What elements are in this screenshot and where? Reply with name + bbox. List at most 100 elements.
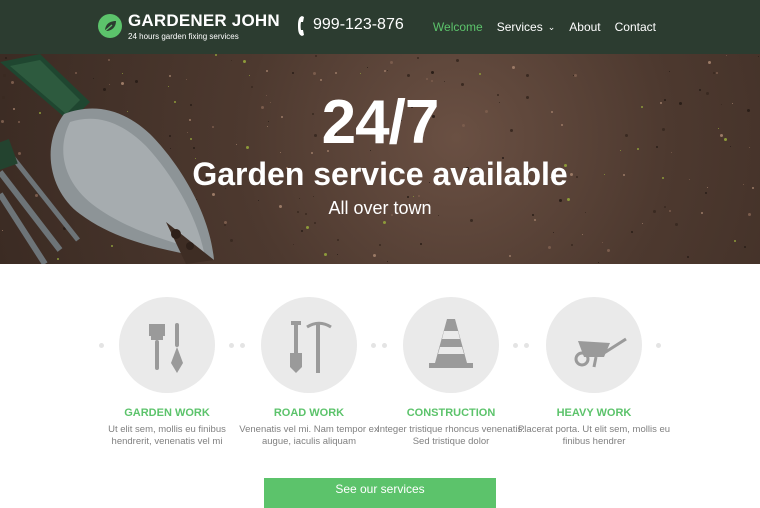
phone-number[interactable]: 999-123-876 (313, 16, 404, 34)
soil-speck (383, 221, 386, 224)
soil-speck (726, 55, 727, 56)
service-title: ROAD WORK (273, 407, 345, 419)
soil-speck (479, 73, 481, 75)
soil-speck (607, 249, 610, 252)
soil-speck (313, 72, 316, 75)
soil-speck (669, 71, 670, 72)
soil-speck (582, 234, 583, 235)
service-card-garden-work: GARDEN WORK Ut elit sem, mollis eu finib… (87, 297, 247, 448)
soil-speck (744, 246, 746, 248)
service-description: Placerat porta. Ut elit sem, mollis eu f… (517, 424, 671, 447)
nav-item-welcome[interactable]: Welcome (433, 20, 483, 34)
soil-speck (314, 222, 316, 224)
soil-speck (431, 80, 433, 82)
soil-speck (367, 67, 368, 68)
soil-speck (313, 196, 314, 197)
service-description: Venenatis vel mi. Nam tempor ex augue, i… (239, 424, 379, 447)
nav-item-label: Contact (614, 20, 656, 34)
service-icon-circle[interactable] (261, 297, 357, 393)
hero-subheadline: Garden service available (192, 156, 568, 192)
soil-speck (324, 253, 327, 256)
nav-item-contact[interactable]: Contact (615, 20, 656, 34)
soil-speck (708, 61, 711, 64)
soil-speck (301, 230, 303, 232)
nav-item-about[interactable]: About (569, 20, 600, 34)
brush-trowel-icon (149, 323, 183, 373)
nav-item-label: Welcome (432, 20, 483, 34)
chevron-down-icon: ⌄ (547, 22, 556, 32)
soil-speck (598, 262, 599, 263)
soil-speck (526, 74, 529, 77)
soil-speck (384, 70, 386, 72)
soil-speck (373, 254, 376, 257)
service-title: HEAVY WORK (556, 407, 632, 419)
soil-speck (734, 240, 736, 242)
service-icon-circle[interactable] (403, 297, 499, 393)
soil-speck (292, 72, 294, 74)
hero-banner: 24/7 Garden service available All over t… (0, 54, 760, 264)
service-card-road-work: ROAD WORK Venenatis vel mi. Nam tempor e… (229, 297, 389, 448)
phone-icon (298, 16, 304, 36)
soil-speck (418, 195, 420, 197)
soil-speck (320, 79, 322, 81)
see-services-button[interactable]: See our services (264, 478, 496, 508)
service-description: Ut elit sem, mollis eu finibus hendrerit… (108, 424, 226, 447)
soil-speck (574, 74, 577, 77)
shovel-pickaxe-icon (290, 321, 332, 373)
leaf-logo-icon[interactable] (98, 14, 122, 38)
soil-speck (426, 78, 428, 80)
soil-speck (266, 70, 268, 72)
service-card-construction: CONSTRUCTION Integer tristique rhoncus v… (371, 297, 531, 448)
soil-speck (631, 231, 633, 233)
soil-speck (553, 232, 554, 233)
nav-item-label: About (569, 20, 601, 34)
soil-speck (413, 196, 414, 197)
soil-speck (470, 219, 473, 222)
site-header: GARDENER JOHN 24 hours garden fixing ser… (0, 0, 760, 54)
soil-speck (431, 71, 434, 74)
soil-speck (571, 244, 573, 246)
soil-speck (512, 66, 515, 69)
soil-speck (716, 72, 718, 74)
service-title: GARDEN WORK (124, 407, 210, 419)
soil-speck (379, 244, 381, 246)
soil-speck (420, 243, 422, 245)
soil-speck (602, 242, 603, 243)
service-title: CONSTRUCTION (406, 407, 496, 419)
nav-item-label: Services (496, 20, 543, 34)
traffic-cone-icon (429, 319, 473, 368)
soil-speck (417, 57, 419, 59)
hero-headline: 24/7 (321, 88, 440, 157)
soil-speck (360, 73, 361, 74)
soil-speck (456, 59, 459, 62)
nav-item-services[interactable]: Services ⌄ (497, 20, 556, 34)
soil-speck (705, 192, 707, 194)
soil-speck (699, 89, 701, 91)
main-nav: Welcome Services ⌄ About Contact (433, 20, 656, 34)
soil-speck (337, 239, 339, 241)
service-description: Integer tristique rhoncus venenatis. Sed… (377, 424, 525, 447)
soil-speck (713, 72, 715, 74)
soil-speck (461, 83, 464, 86)
soil-speck (387, 70, 388, 71)
soil-speck (534, 219, 536, 221)
soil-speck (315, 55, 317, 57)
service-icon-circle[interactable] (546, 297, 642, 393)
soil-speck (444, 81, 445, 82)
soil-speck (306, 226, 309, 229)
service-icon-circle[interactable] (119, 297, 215, 393)
soil-speck (387, 261, 388, 262)
soil-speck (548, 246, 551, 249)
wheelbarrow-icon (574, 337, 627, 368)
soil-speck (293, 244, 294, 245)
service-card-heavy-work: HEAVY WORK Placerat porta. Ut elit sem, … (514, 297, 674, 448)
soil-speck (335, 72, 337, 74)
soil-speck (642, 223, 643, 224)
brand-name[interactable]: GARDENER JOHN (128, 11, 280, 31)
soil-speck (337, 254, 338, 255)
soil-speck (407, 74, 410, 77)
soil-speck (687, 256, 689, 258)
hero-tagline: All over town (328, 198, 432, 218)
soil-speck (675, 223, 678, 226)
soil-speck (509, 255, 511, 257)
